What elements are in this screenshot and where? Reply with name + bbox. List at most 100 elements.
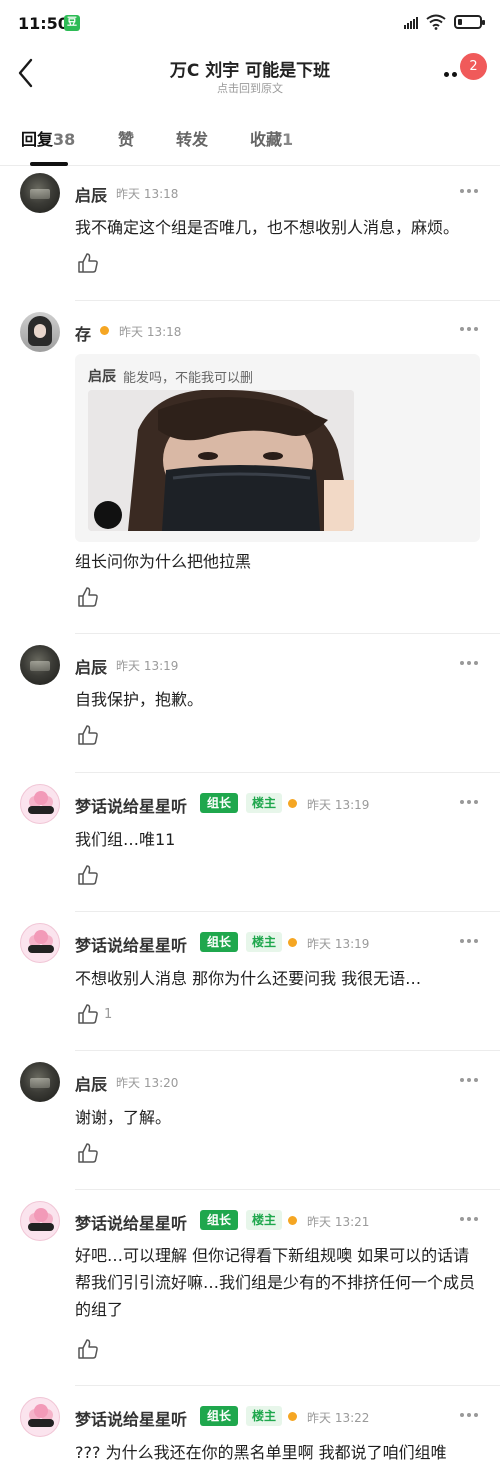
avatar[interactable] [20, 173, 60, 213]
comment-text: 好吧…可以理解 但你记得看下新组规噢 如果可以的话请帮我们引引流好嘛…我们组是少… [75, 1246, 476, 1319]
like-button[interactable] [77, 1142, 99, 1164]
comment-text: 谢谢，了解。 [75, 1108, 172, 1127]
online-dot [288, 1216, 297, 1225]
group-leader-tag: 组长 [200, 1406, 239, 1426]
back-to-post-link[interactable]: 点击回到原文 [0, 80, 500, 96]
tab-count: 1 [282, 130, 294, 149]
signal-icon [404, 15, 418, 29]
avatar[interactable] [20, 923, 60, 963]
like-button[interactable] [77, 1003, 99, 1025]
comment-item: 存 昨天 13:18 启辰 能发吗，不能我可以删 组长问你为什么把他拉黑 [0, 302, 500, 635]
thumbs-up-icon [78, 1339, 98, 1359]
tab-count: 38 [53, 130, 76, 149]
comment-text: 组长问你为什么把他拉黑 [75, 552, 252, 571]
divider [75, 1189, 500, 1190]
quoted-text: 能发吗，不能我可以删 [123, 371, 254, 386]
online-dot [288, 799, 297, 808]
app-badge: 豆 [64, 15, 80, 31]
tab-favorites[interactable]: 收藏1 [250, 126, 293, 150]
comment-more-button[interactable] [460, 1413, 480, 1419]
page-title: 万C 刘宇 可能是下班 [169, 61, 331, 81]
like-button[interactable] [77, 586, 99, 608]
comment-more-button[interactable] [460, 1078, 480, 1084]
tab-label: 赞 [118, 130, 135, 149]
status-bar: 11:50 豆 [0, 0, 500, 48]
avatar[interactable] [20, 312, 60, 352]
tab-indicator [30, 162, 68, 166]
comment-time: 昨天 13:19 [116, 659, 179, 673]
owner-tag: 楼主 [246, 793, 283, 813]
status-time: 11:50 [18, 14, 69, 33]
comment-more-button[interactable] [460, 661, 480, 667]
owner-tag: 楼主 [246, 1406, 283, 1426]
comment-author[interactable]: 梦话说给星星听 [75, 1406, 187, 1430]
comment-text: 我们组…唯11 [75, 830, 176, 849]
quoted-comment[interactable]: 启辰 能发吗，不能我可以删 [75, 354, 480, 542]
divider [75, 1385, 500, 1386]
divider [75, 633, 500, 634]
comment-item: 梦话说给星星听 组长 楼主 昨天 13:19 我们组…唯11 [0, 774, 500, 913]
like-button[interactable] [77, 864, 99, 886]
avatar[interactable] [20, 1397, 60, 1437]
group-leader-tag: 组长 [200, 932, 239, 952]
like-button[interactable] [77, 252, 99, 274]
quoted-author: 启辰 [88, 369, 116, 385]
comment-time: 昨天 13:19 [307, 937, 370, 951]
comment-author[interactable]: 启辰 [75, 1071, 107, 1095]
avatar[interactable] [20, 784, 60, 824]
comment-more-button[interactable] [460, 800, 480, 806]
comment-item: 启辰 昨天 13:18 我不确定这个组是否唯几，也不想收别人消息，麻烦。 [0, 170, 500, 302]
comment-time: 昨天 13:19 [307, 798, 370, 812]
comment-time: 昨天 13:18 [119, 325, 182, 339]
tab-bar: 回复38 赞 转发 收藏1 [0, 116, 500, 166]
like-button[interactable] [77, 1338, 99, 1360]
comment-text: ??? 为什么我还在你的黑名单里啊 我都说了咱们组唯 [75, 1443, 447, 1462]
comment-item: 启辰 昨天 13:19 自我保护，抱歉。 [0, 635, 500, 774]
comment-item: 梦话说给星星听 组长 楼主 昨天 13:21 好吧…可以理解 但你记得看下新组规… [0, 1191, 500, 1387]
divider [75, 911, 500, 912]
comment-text: 我不确定这个组是否唯几，也不想收别人消息，麻烦。 [75, 218, 460, 237]
comment-author[interactable]: 梦话说给星星听 [75, 1210, 187, 1234]
owner-tag: 楼主 [246, 932, 283, 952]
comment-item: 梦话说给星星听 组长 楼主 昨天 13:22 ??? 为什么我还在你的黑名单里啊… [0, 1387, 500, 1473]
comment-author[interactable]: 启辰 [75, 182, 107, 206]
avatar[interactable] [20, 645, 60, 685]
comment-time: 昨天 13:21 [307, 1215, 370, 1229]
comment-author[interactable]: 存 [75, 321, 91, 345]
tab-reposts[interactable]: 转发 [176, 126, 208, 150]
battery-icon [454, 15, 485, 29]
thumbs-up-icon [78, 1143, 98, 1163]
comment-time: 昨天 13:18 [116, 187, 179, 201]
tab-replies[interactable]: 回复38 [21, 126, 75, 150]
comment-item: 梦话说给星星听 组长 楼主 昨天 13:19 不想收别人消息 那你为什么还要问我… [0, 913, 500, 1052]
header: 万C 刘宇 可能是下班 点击回到原文 [0, 48, 500, 100]
thumbs-up-icon [78, 253, 98, 273]
owner-tag: 楼主 [246, 1210, 283, 1230]
divider [75, 300, 500, 301]
avatar[interactable] [20, 1201, 60, 1241]
tab-likes[interactable]: 赞 [118, 126, 134, 150]
comment-author[interactable]: 启辰 [75, 654, 107, 678]
tab-label: 回复 [21, 130, 54, 149]
quoted-image[interactable] [88, 390, 354, 531]
online-dot [288, 938, 297, 947]
thumbs-up-icon [78, 865, 98, 885]
comment-more-button[interactable] [460, 189, 480, 195]
group-leader-tag: 组长 [200, 1210, 239, 1230]
like-button[interactable] [77, 724, 99, 746]
comment-text: 自我保护，抱歉。 [75, 690, 204, 709]
avatar[interactable] [20, 1062, 60, 1102]
comment-item: 启辰 昨天 13:20 谢谢，了解。 [0, 1052, 500, 1191]
comment-author[interactable]: 梦话说给星星听 [75, 793, 187, 817]
comment-author[interactable]: 梦话说给星星听 [75, 932, 187, 956]
comment-time: 昨天 13:22 [307, 1411, 370, 1425]
tab-label: 收藏 [250, 130, 283, 149]
group-leader-tag: 组长 [200, 793, 239, 813]
comment-more-button[interactable] [460, 1217, 480, 1223]
thumbs-up-icon [78, 725, 98, 745]
notification-badge[interactable]: 2 [460, 53, 487, 80]
comment-more-button[interactable] [460, 327, 480, 333]
comment-text: 不想收别人消息 那你为什么还要问我 我很无语… [75, 969, 422, 988]
comment-more-button[interactable] [460, 939, 480, 945]
wifi-icon [426, 14, 446, 30]
